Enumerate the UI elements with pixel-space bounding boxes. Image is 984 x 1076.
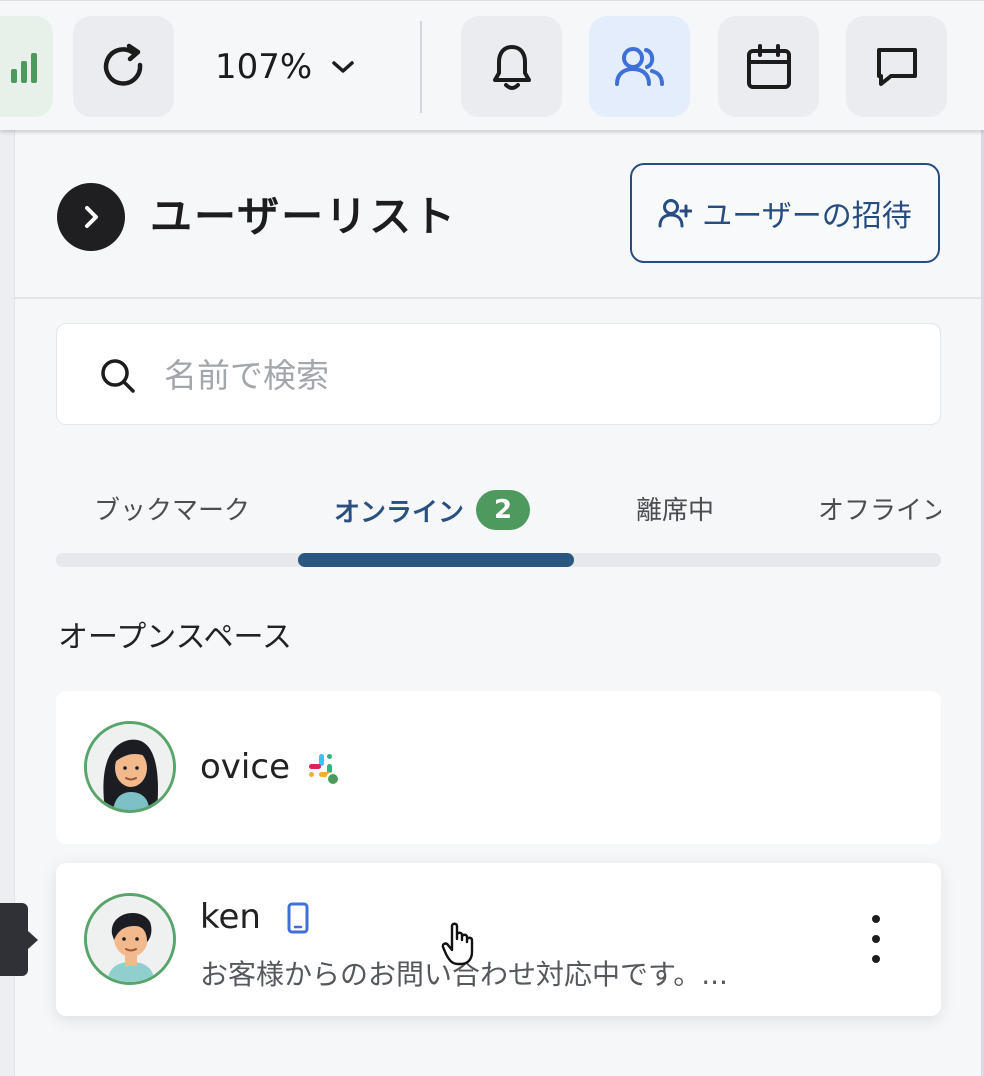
tooltip-pointer	[0, 903, 38, 976]
hand-cursor-icon	[441, 922, 474, 966]
refresh-button[interactable]	[73, 16, 174, 117]
chevron-right-icon	[85, 206, 98, 228]
calendar-icon	[746, 43, 791, 89]
status-tabs: ブックマーク オンライン 2 離席中 オフライン	[56, 470, 941, 568]
more-dot	[872, 955, 880, 963]
online-count-badge: 2	[476, 490, 531, 530]
top-toolbar: 107%	[0, 0, 984, 130]
users-button[interactable]	[589, 16, 690, 117]
user-card-ken[interactable]: ken お客様からのお問い合わせ対応中です。...	[56, 863, 941, 1016]
user-avatar-icon	[87, 896, 173, 982]
search-icon	[101, 359, 135, 393]
tab-offline[interactable]: オフライン	[818, 490, 941, 527]
user-name: ken	[200, 897, 261, 937]
add-user-icon	[658, 199, 693, 228]
chat-icon	[876, 47, 917, 86]
refresh-icon	[103, 43, 142, 86]
panel-header: ユーザーリスト ユーザーの招待	[15, 131, 981, 299]
chevron-down-icon	[332, 61, 354, 73]
chat-button[interactable]	[846, 16, 947, 117]
search-box	[56, 323, 941, 425]
tab-offline-label: オフライン	[818, 496, 941, 526]
calendar-button[interactable]	[718, 16, 819, 117]
mobile-icon	[287, 902, 309, 934]
tab-bookmark-label: ブックマーク	[94, 496, 251, 526]
search-input[interactable]	[162, 346, 906, 404]
tab-online[interactable]: オンライン 2	[334, 490, 531, 530]
page-title: ユーザーリスト	[150, 192, 458, 241]
tab-away-label: 離席中	[636, 496, 715, 526]
toolbar-divider	[420, 21, 422, 113]
bell-icon	[492, 44, 531, 90]
bar-chart-icon	[10, 52, 37, 83]
zoom-select[interactable]: 107%	[215, 45, 356, 89]
user-avatar-icon	[87, 724, 173, 810]
tab-away[interactable]: 離席中	[636, 490, 714, 527]
active-tab-indicator	[298, 553, 574, 567]
zoom-value: 107%	[215, 47, 313, 87]
section-label: オープンスペース	[58, 620, 292, 655]
slack-icon	[309, 754, 340, 786]
user-name: ovice	[200, 747, 290, 787]
users-icon	[614, 46, 664, 86]
more-dot	[872, 935, 880, 943]
avatar	[84, 721, 176, 813]
stats-button[interactable]	[0, 16, 53, 117]
more-options-button[interactable]	[856, 907, 896, 971]
user-card-ovice[interactable]: ovice	[56, 691, 941, 844]
tab-bookmark[interactable]: ブックマーク	[94, 490, 250, 527]
invite-user-label: ユーザーの招待	[702, 199, 912, 234]
avatar	[84, 893, 176, 985]
notifications-button[interactable]	[461, 16, 562, 117]
invite-user-button[interactable]: ユーザーの招待	[630, 163, 940, 263]
tab-online-label: オンライン	[334, 497, 465, 528]
more-dot	[872, 915, 880, 923]
collapse-panel-button[interactable]	[57, 183, 125, 251]
